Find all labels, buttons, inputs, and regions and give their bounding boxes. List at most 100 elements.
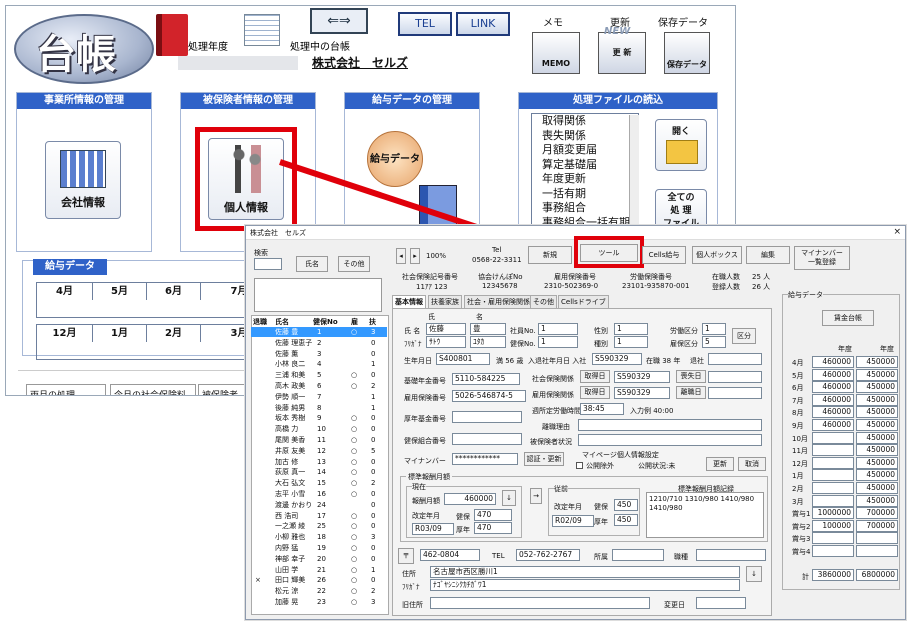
salary-amount-field[interactable]: 450000: [856, 381, 898, 394]
salary-amount-field[interactable]: [812, 532, 854, 545]
salary-amount-field[interactable]: 460000: [812, 381, 854, 394]
employee-row[interactable]: × 田口 輝美 26 ○ 0: [251, 575, 387, 585]
wage-ledger-button[interactable]: 賃金台帳: [822, 310, 874, 326]
zip-field[interactable]: 462-0804: [420, 549, 480, 561]
salary-amount-field[interactable]: [812, 469, 854, 482]
employee-row[interactable]: 荻原 真一 14 ○ 0: [251, 467, 387, 477]
employee-row[interactable]: 一之瀬 綾 25 ○ 0: [251, 521, 387, 531]
salary-amount-field[interactable]: 450000: [856, 444, 898, 457]
emp-acq-field[interactable]: S590329: [614, 387, 670, 399]
std-amount-field[interactable]: 460000: [444, 493, 496, 505]
down-arrow-button[interactable]: ↓: [502, 490, 516, 506]
address-down-button[interactable]: ↓: [746, 566, 762, 582]
social-loss-button[interactable]: 喪失日: [676, 370, 706, 383]
list-item[interactable]: 取得関係: [542, 114, 638, 129]
employee-row[interactable]: 後藤 純男 8 1: [251, 403, 387, 413]
salary-amount-field[interactable]: 450000: [856, 393, 898, 406]
swap-arrows-icon[interactable]: ⇐⇒: [310, 8, 368, 34]
employee-row[interactable]: 高木 政美 6 ○ 2: [251, 381, 387, 391]
new-button[interactable]: 新規: [528, 246, 572, 264]
social-acq-button[interactable]: 取得日: [580, 370, 610, 383]
given-name-kana-field[interactable]: ﾕﾀｶ: [470, 336, 506, 348]
next-record-button[interactable]: ▸: [410, 248, 420, 264]
month-cell[interactable]: 1月: [93, 325, 147, 342]
briefcase-icon[interactable]: 保存データ: [664, 32, 710, 74]
salary-amount-field[interactable]: 450000: [856, 456, 898, 469]
employee-row[interactable]: 三浦 和美 5 ○ 0: [251, 370, 387, 380]
health-no-field[interactable]: 1: [538, 336, 578, 348]
employee-row[interactable]: 西 浩司 17 ○ 0: [251, 511, 387, 521]
employee-row[interactable]: 大石 弘文 15 ○ 2: [251, 478, 387, 488]
tab-insurance[interactable]: 社会・雇用保険関係: [464, 295, 533, 308]
hours-field[interactable]: 38:45: [580, 403, 624, 415]
list-item[interactable]: 喪失関係: [542, 129, 638, 144]
tel2-field[interactable]: 052-762-2767: [516, 549, 580, 561]
salary-amount-field[interactable]: 450000: [856, 368, 898, 381]
right-arrow-button[interactable]: →: [530, 488, 542, 504]
birth-field[interactable]: S400801: [436, 353, 490, 365]
salary-amount-field[interactable]: 450000: [856, 356, 898, 368]
tel-button[interactable]: TEL: [398, 12, 452, 36]
salary-amount-field[interactable]: 1000000: [812, 507, 854, 520]
employee-row[interactable]: 渡邊 かおり 24 0: [251, 500, 387, 510]
salary-amount-field[interactable]: 450000: [856, 419, 898, 431]
employee-row[interactable]: 松元 涼 22 ○ 2: [251, 586, 387, 596]
employee-row[interactable]: 井原 友美 12 ○ 5: [251, 446, 387, 456]
employee-row[interactable]: 神部 幸子 20 ○ 0: [251, 554, 387, 564]
employee-row[interactable]: 志平 小雪 16 ○ 0: [251, 489, 387, 499]
job-select[interactable]: [696, 549, 766, 561]
employee-row[interactable]: 加藤 晃 23 ○ 3: [251, 597, 387, 607]
employee-row[interactable]: 佐藤 豊 1 ○ 3: [251, 327, 387, 337]
salary-amount-field[interactable]: [856, 545, 898, 557]
cancel-button[interactable]: 取消: [738, 457, 766, 471]
employee-row[interactable]: 高橋 力 10 ○ 0: [251, 424, 387, 434]
gender-select[interactable]: 1: [614, 323, 648, 335]
salary-amount-field[interactable]: [812, 545, 854, 557]
memo-icon[interactable]: MEMO: [532, 32, 580, 74]
kind-select[interactable]: 1: [614, 336, 648, 348]
affiliation-select[interactable]: [612, 549, 664, 561]
bottom-button-1[interactable]: 両月の処理: [26, 384, 106, 395]
salary-amount-field[interactable]: 100000: [812, 519, 854, 532]
reason-select[interactable]: [578, 419, 762, 431]
employee-row[interactable]: 尾関 美香 11 ○ 0: [251, 435, 387, 445]
kounen-field[interactable]: 470: [474, 522, 512, 534]
name-search-button[interactable]: 氏名: [296, 256, 328, 272]
employee-row[interactable]: 坂本 秀樹 9 ○ 0: [251, 413, 387, 423]
auth-update-button[interactable]: 認証・更新: [524, 452, 564, 466]
update-icon[interactable]: 更 新: [598, 32, 646, 74]
employee-row[interactable]: 小林 良二 4 1: [251, 359, 387, 369]
join-field[interactable]: S590329: [592, 353, 642, 365]
salary-amount-field[interactable]: [812, 456, 854, 469]
month-cell[interactable]: 4月: [37, 283, 93, 300]
month-cell[interactable]: 2月: [147, 325, 201, 342]
salary-amount-field[interactable]: 460000: [812, 406, 854, 419]
kenpo-field[interactable]: 470: [474, 509, 512, 521]
emp-no-field[interactable]: 5026-546874-5: [452, 390, 526, 402]
close-icon[interactable]: ×: [893, 227, 901, 237]
file-list-scrollbar[interactable]: [629, 115, 639, 229]
salary-amount-field[interactable]: 460000: [812, 419, 854, 431]
surname-kana-field[interactable]: ｻﾄｳ: [426, 336, 466, 348]
tab-dependents[interactable]: 扶養家族: [428, 295, 462, 308]
social-loss-field[interactable]: [708, 371, 762, 383]
salary-amount-field[interactable]: 460000: [812, 393, 854, 406]
employee-row[interactable]: 加古 修 13 ○ 0: [251, 457, 387, 467]
salary-amount-field[interactable]: 450000: [856, 469, 898, 482]
zip-button[interactable]: 〒: [398, 548, 414, 564]
salary-amount-field[interactable]: [856, 532, 898, 545]
mynumber-field[interactable]: ************: [452, 453, 518, 465]
employee-row[interactable]: 山田 学 21 ○ 1: [251, 565, 387, 575]
bottom-button-2[interactable]: 今月の社会保険料: [110, 384, 196, 395]
prev-kounen-field[interactable]: 450: [614, 514, 638, 526]
salary-amount-field[interactable]: 450000: [856, 406, 898, 419]
salary-amount-field[interactable]: 460000: [812, 368, 854, 381]
kikin-field[interactable]: [452, 411, 522, 423]
salary-amount-field[interactable]: [812, 482, 854, 494]
salary-amount-field[interactable]: [812, 431, 854, 444]
link-button[interactable]: LINK: [456, 12, 510, 36]
salary-amount-field[interactable]: [812, 494, 854, 507]
kumiai-field[interactable]: [452, 433, 522, 445]
salary-amount-field[interactable]: [812, 444, 854, 457]
prev-kenpo-field[interactable]: 450: [614, 499, 638, 511]
